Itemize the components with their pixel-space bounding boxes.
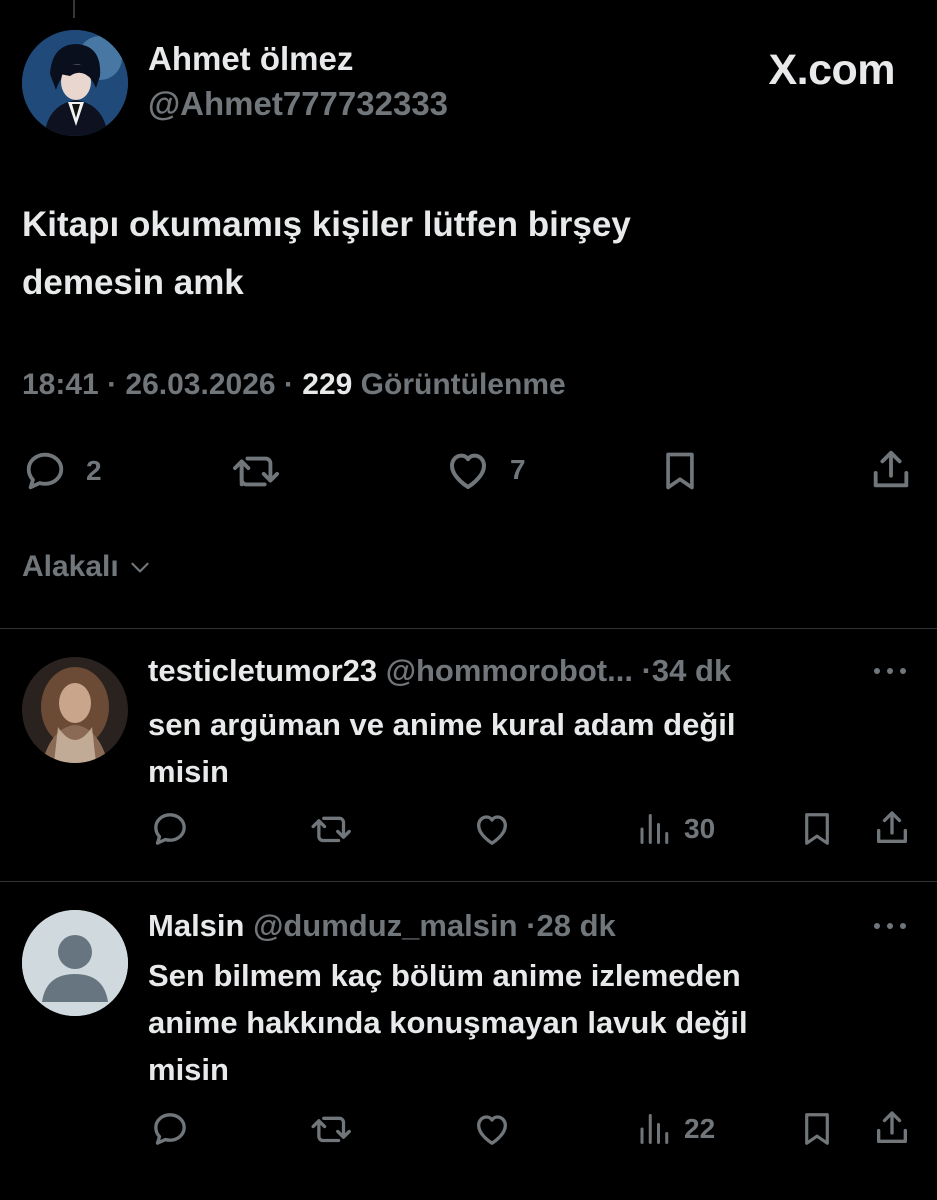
- author-name[interactable]: Ahmet ölmez: [148, 40, 353, 78]
- reply-item[interactable]: Malsin @dumduz_malsin ·28 dk Sen bilmem …: [0, 882, 937, 1200]
- meta-separator: ·: [283, 368, 294, 401]
- default-profile-icon: [22, 910, 128, 1016]
- header-separator: ·: [526, 908, 537, 943]
- meta-separator: ·: [107, 368, 118, 401]
- repost-button[interactable]: [309, 1109, 355, 1149]
- header-separator: ·: [641, 653, 652, 688]
- views-count: 229: [302, 368, 353, 401]
- more-icon: [874, 923, 906, 929]
- reply-author-name[interactable]: Malsin: [148, 908, 244, 943]
- reply-avatar[interactable]: [22, 910, 128, 1016]
- like-button[interactable]: 7: [444, 446, 526, 494]
- tweet-date[interactable]: 26.03.2026: [125, 368, 275, 401]
- reply-avatar[interactable]: [22, 657, 128, 763]
- like-count: 7: [510, 454, 526, 485]
- more-icon: [874, 668, 906, 674]
- views-button[interactable]: 30: [636, 809, 715, 849]
- like-icon: [450, 453, 486, 489]
- bookmark-icon: [805, 1113, 829, 1145]
- share-icon: [873, 450, 909, 488]
- tweet-text: Kitapı okumamış kişiler lütfen birşey de…: [22, 196, 902, 312]
- reply-button[interactable]: [150, 809, 190, 849]
- tweet-text-line: demesin amk: [22, 263, 244, 302]
- reply-text-line: anime hakkında konuşmayan lavuk değil: [148, 1005, 748, 1040]
- reply-time[interactable]: 28 dk: [537, 908, 616, 943]
- reply-text-line: Sen bilmem kaç bölüm anime izlemeden: [148, 958, 741, 993]
- bookmark-button[interactable]: [658, 448, 702, 494]
- reply-author-handle[interactable]: @dumduz_malsin: [253, 908, 517, 943]
- views-count: 22: [684, 1113, 716, 1144]
- views-count: 30: [684, 813, 716, 844]
- reply-time[interactable]: 34 dk: [652, 653, 731, 688]
- more-options-button[interactable]: [871, 659, 909, 688]
- views-icon: [640, 1114, 669, 1144]
- share-icon: [877, 811, 907, 843]
- reply-text: Sen bilmem kaç bölüm anime izlemeden ani…: [148, 952, 908, 1093]
- chevron-down-icon: [131, 562, 149, 573]
- like-button[interactable]: [472, 809, 512, 849]
- main-tweet: Ahmet ölmez @Ahmet777732333 X.com Kitapı…: [0, 0, 937, 628]
- reply-header: Malsin @dumduz_malsin ·28 dk: [148, 908, 616, 944]
- tweet-time[interactable]: 18:41: [22, 368, 99, 401]
- views-icon: [640, 814, 669, 844]
- sort-label: Alakalı: [22, 550, 119, 583]
- tweet-meta: 18:41 · 26.03.2026 · 229 Görüntülenme: [22, 368, 566, 402]
- brand-logo: X.com: [768, 46, 895, 94]
- reply-button[interactable]: 2: [22, 448, 102, 494]
- author-handle[interactable]: @Ahmet777732333: [148, 85, 448, 123]
- repost-icon: [311, 1116, 351, 1143]
- reply-icon: [26, 452, 64, 490]
- repost-button[interactable]: [230, 448, 284, 494]
- avatar-image: [22, 657, 128, 763]
- reply-count: 2: [86, 455, 102, 486]
- bookmark-button[interactable]: [798, 1109, 836, 1149]
- like-button[interactable]: [472, 1109, 512, 1149]
- reply-button[interactable]: [150, 1109, 190, 1149]
- share-button[interactable]: [868, 446, 914, 494]
- sort-dropdown[interactable]: Alakalı: [22, 550, 153, 584]
- share-button[interactable]: [872, 807, 912, 849]
- reply-item[interactable]: testicletumor23 @hommorobot... ·34 dk se…: [0, 629, 937, 881]
- share-icon: [877, 1111, 907, 1143]
- tweet-text-line: Kitapı okumamış kişiler lütfen birşey: [22, 205, 631, 244]
- bookmark-button[interactable]: [798, 809, 836, 849]
- author-avatar[interactable]: [22, 30, 128, 136]
- reply-text-line: misin: [148, 754, 229, 789]
- like-icon: [477, 815, 507, 845]
- bookmark-icon: [666, 452, 694, 490]
- repost-button[interactable]: [309, 809, 355, 849]
- bookmark-icon: [805, 813, 829, 845]
- share-button[interactable]: [872, 1107, 912, 1149]
- reply-text-line: misin: [148, 1052, 229, 1087]
- reply-author-handle[interactable]: @hommorobot...: [386, 653, 633, 688]
- reply-header: testicletumor23 @hommorobot... ·34 dk: [148, 653, 731, 689]
- reply-author-name[interactable]: testicletumor23: [148, 653, 377, 688]
- reply-icon: [154, 1113, 186, 1145]
- more-options-button[interactable]: [871, 914, 909, 943]
- reply-text: sen argüman ve anime kural adam değil mi…: [148, 701, 908, 795]
- views-label: Görüntülenme: [360, 368, 566, 401]
- repost-icon: [311, 816, 351, 843]
- reply-text-line: sen argüman ve anime kural adam değil: [148, 707, 736, 742]
- views-button[interactable]: 22: [636, 1109, 715, 1149]
- repost-icon: [233, 456, 280, 487]
- like-icon: [477, 1115, 507, 1145]
- reply-icon: [154, 813, 186, 845]
- avatar-illustration: [22, 30, 128, 136]
